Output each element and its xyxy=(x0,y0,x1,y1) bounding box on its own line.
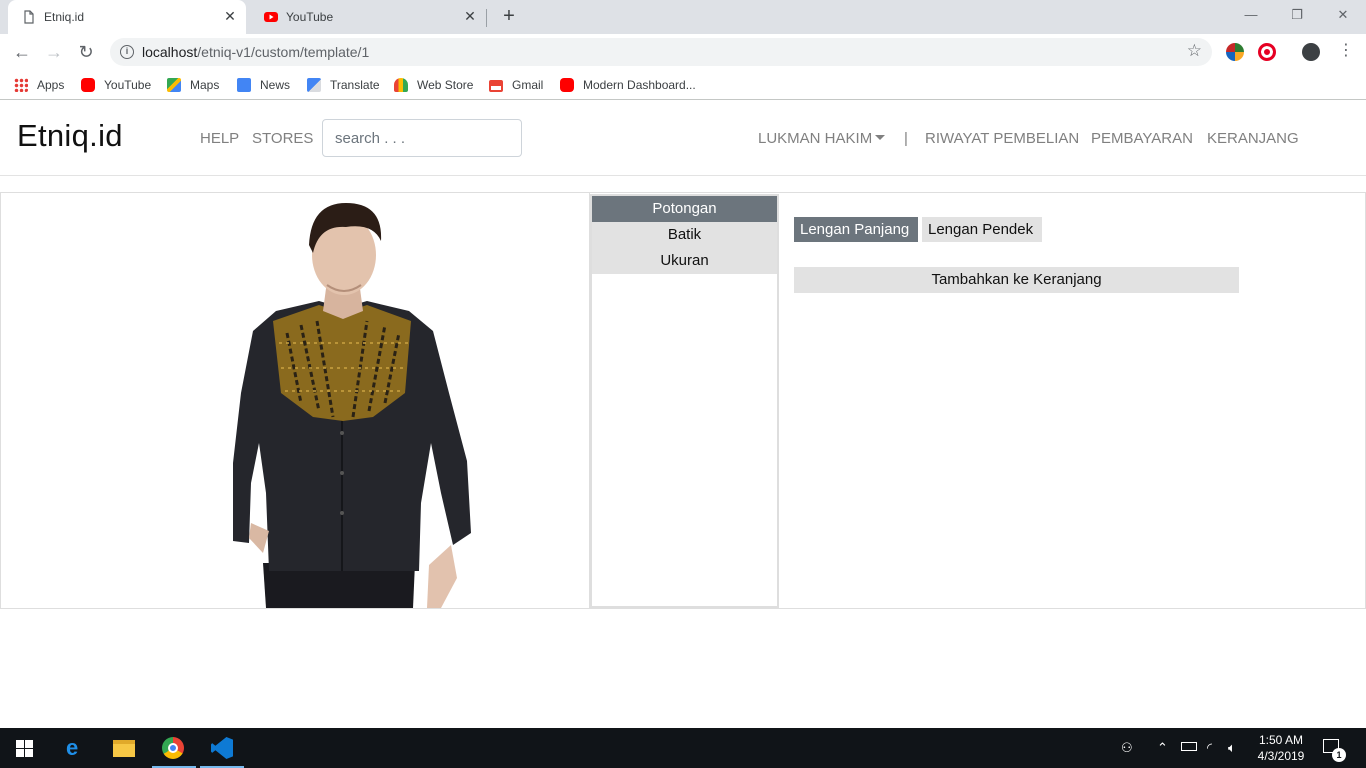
youtube-icon xyxy=(264,12,278,22)
bookmark-news[interactable]: News xyxy=(237,76,290,94)
product-preview xyxy=(1,193,590,608)
profile-avatar[interactable] xyxy=(1302,43,1320,61)
bookmark-apps[interactable]: Apps xyxy=(14,76,64,94)
youtube-icon xyxy=(560,78,574,92)
bookmark-gmail[interactable]: Gmail xyxy=(489,76,543,94)
lengan-pendek-button[interactable]: Lengan Pendek xyxy=(922,217,1042,242)
forward-icon[interactable]: → xyxy=(42,40,66,64)
caret-down-icon xyxy=(875,135,886,140)
news-icon xyxy=(237,78,251,92)
new-tab-button[interactable]: + xyxy=(498,5,520,27)
add-to-cart-button[interactable]: Tambahkan ke Keranjang xyxy=(794,267,1239,293)
menu-item-batik[interactable]: Batik xyxy=(592,222,777,248)
customization-menu: Potongan Batik Ukuran xyxy=(590,194,779,608)
close-tab-icon[interactable]: ✕ xyxy=(462,8,478,24)
translate-icon xyxy=(307,78,321,92)
bookmark-web-store[interactable]: Web Store xyxy=(394,76,473,94)
lengan-panjang-button[interactable]: Lengan Panjang xyxy=(794,217,918,242)
clock-date: 4/3/2019 xyxy=(1257,749,1305,763)
extension-globe-icon[interactable] xyxy=(1226,43,1244,61)
volume-icon[interactable]: 🔈︎ xyxy=(1228,740,1236,756)
bookmark-modern-dashboard[interactable]: Modern Dashboard... xyxy=(560,76,696,94)
close-window-icon[interactable]: ✕ xyxy=(1320,4,1366,28)
nav-separator: | xyxy=(904,130,908,147)
back-icon[interactable]: ← xyxy=(10,40,34,64)
nav-riwayat-pembelian-link[interactable]: RIWAYAT PEMBELIAN xyxy=(925,130,1079,147)
menu-item-ukuran[interactable]: Ukuran xyxy=(592,248,777,274)
system-clock[interactable]: 1:50 AM 4/3/2019 xyxy=(1250,732,1312,764)
site-header: Etniq.id HELP STORES LUKMAN HAKIM | RIWA… xyxy=(0,103,1366,176)
close-tab-icon[interactable]: ✕ xyxy=(222,8,238,24)
restore-icon[interactable]: ❐ xyxy=(1274,4,1320,28)
people-icon[interactable]: ⚇ xyxy=(1121,740,1133,756)
bookmark-youtube[interactable]: YouTube xyxy=(81,76,151,94)
tab-title: Etniq.id xyxy=(44,10,85,24)
reload-icon[interactable]: ↻ xyxy=(74,40,98,64)
maps-icon xyxy=(167,78,181,92)
shirt-model-image xyxy=(233,203,471,608)
windows-start-icon[interactable] xyxy=(16,740,33,757)
bookmark-star-icon[interactable]: ☆ xyxy=(1187,41,1202,61)
search-input[interactable] xyxy=(322,119,522,157)
notification-badge: 1 xyxy=(1332,748,1346,762)
bookmark-maps[interactable]: Maps xyxy=(167,76,219,94)
brand-logo[interactable]: Etniq.id xyxy=(17,118,123,154)
page-icon xyxy=(24,10,34,24)
apps-grid-icon xyxy=(14,78,28,92)
address-bar[interactable]: i localhost/etniq-v1/custom/template/1 ☆ xyxy=(110,38,1212,66)
customizer-panel: Potongan Batik Ukuran Lengan Panjang Len… xyxy=(0,192,1366,609)
nav-help-link[interactable]: HELP xyxy=(200,130,239,147)
info-icon[interactable]: i xyxy=(120,45,134,59)
tab-separator xyxy=(486,9,487,27)
youtube-icon xyxy=(81,78,95,92)
gmail-icon xyxy=(489,79,503,92)
windows-taskbar: e ⚇ ⌃ ◜ 🔈︎ 1:50 AM 4/3/2019 1 xyxy=(0,728,1366,768)
chevron-up-icon[interactable]: ⌃ xyxy=(1157,740,1168,756)
browser-tabstrip: Etniq.id ✕ YouTube ✕ + — ❐ ✕ xyxy=(0,0,1366,34)
tab-youtube[interactable]: YouTube ✕ xyxy=(250,0,486,34)
nav-stores-link[interactable]: STORES xyxy=(252,130,313,147)
bookmark-translate[interactable]: Translate xyxy=(307,76,380,94)
tab-etniq[interactable]: Etniq.id ✕ xyxy=(8,0,246,34)
battery-icon[interactable] xyxy=(1181,742,1197,751)
wifi-icon[interactable]: ◜ xyxy=(1207,740,1212,756)
file-explorer-icon[interactable] xyxy=(100,728,148,768)
url-text[interactable]: localhost/etniq-v1/custom/template/1 xyxy=(142,44,369,60)
vscode-icon[interactable] xyxy=(198,728,246,768)
user-dropdown[interactable]: LUKMAN HAKIM xyxy=(758,130,886,147)
browser-toolbar: ← → ↻ i localhost/etniq-v1/custom/templa… xyxy=(0,34,1366,70)
opera-extension-icon[interactable] xyxy=(1258,43,1276,61)
menu-item-potongan[interactable]: Potongan xyxy=(592,196,777,222)
bookmarks-bar: Apps YouTube Maps News Translate Web Sto… xyxy=(0,70,1366,100)
chrome-icon[interactable] xyxy=(150,728,198,768)
nav-keranjang-link[interactable]: KERANJANG xyxy=(1207,130,1299,147)
nav-pembayaran-link[interactable]: PEMBAYARAN xyxy=(1091,130,1193,147)
tab-title: YouTube xyxy=(286,10,334,24)
edge-icon[interactable]: e xyxy=(52,728,100,768)
user-name: LUKMAN HAKIM xyxy=(758,130,873,147)
web-store-icon xyxy=(394,78,408,92)
clock-time: 1:50 AM xyxy=(1258,733,1304,747)
minimize-icon[interactable]: — xyxy=(1228,4,1274,28)
menu-dots-icon[interactable]: ⋮ xyxy=(1338,41,1354,61)
